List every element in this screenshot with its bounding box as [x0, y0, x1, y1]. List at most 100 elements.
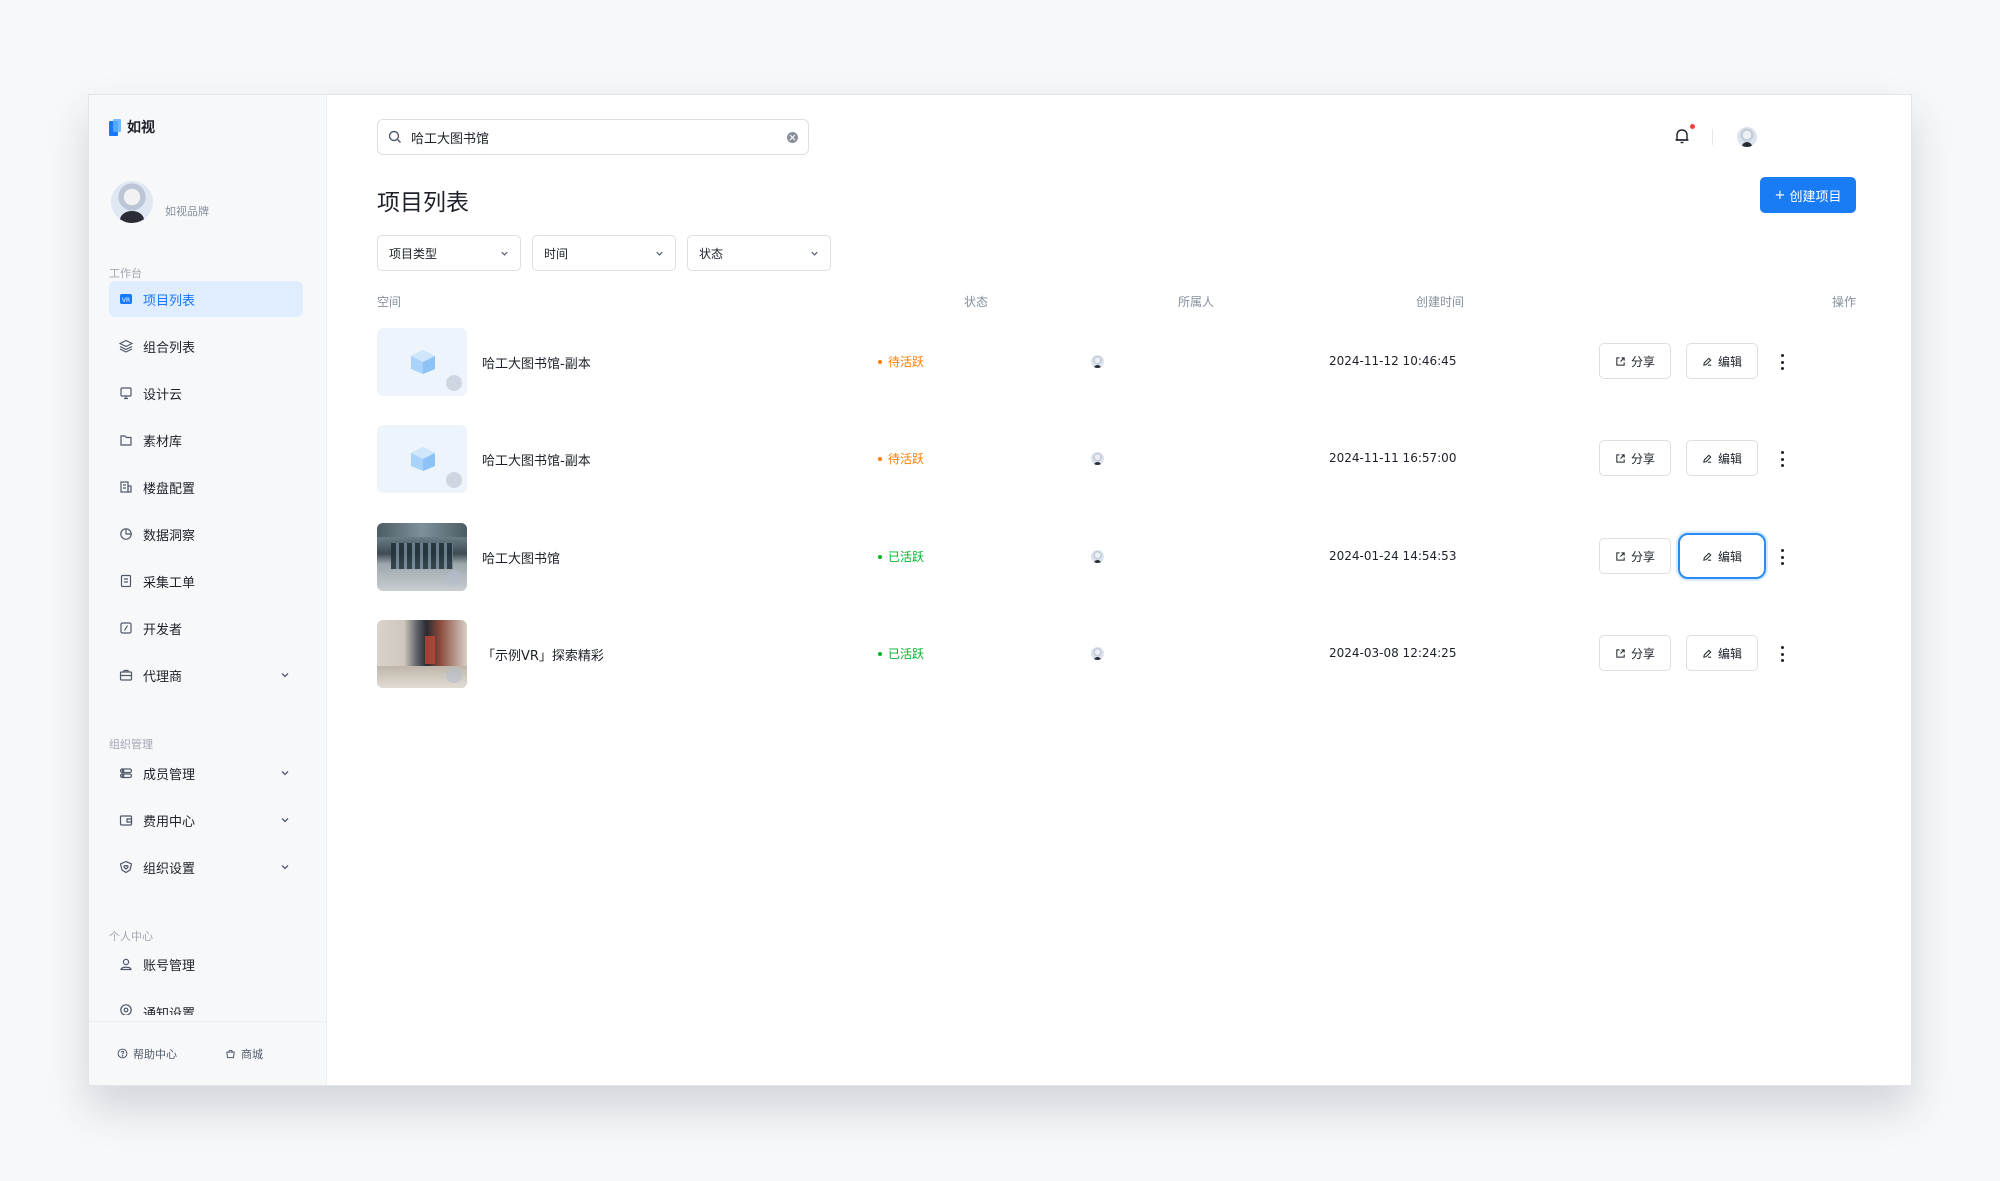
status-text: 待活跃 [888, 355, 925, 369]
project-name[interactable]: 「示例VR」探索精彩 [482, 645, 604, 664]
store-link[interactable]: 商城 [225, 1046, 263, 1062]
sidebar-item-agents[interactable]: 代理商 [109, 657, 303, 693]
create-project-button[interactable]: + 创建项目 [1760, 177, 1856, 213]
status-dot [878, 359, 882, 364]
search-icon [388, 130, 401, 143]
search-input[interactable]: 哈工大图书馆 [377, 119, 809, 155]
chevron-down-icon [811, 251, 818, 256]
share-label: 分享 [1630, 549, 1655, 564]
status-text: 待活跃 [888, 452, 925, 466]
sidebar-item-label: 组合列表 [143, 340, 196, 356]
table-row[interactable]: 哈工大图书馆 已活跃 2024-01-24 14:54:53 分享 编辑 [377, 523, 1857, 591]
status-dot [878, 554, 882, 559]
sidebar-item-combos[interactable]: 组合列表 [109, 328, 303, 364]
sidebar-item-notification-settings[interactable]: 通知设置 [109, 993, 303, 1015]
user-avatar[interactable] [1737, 127, 1757, 147]
share-icon [1616, 648, 1625, 658]
more-icon[interactable] [1775, 549, 1789, 565]
filter-time[interactable]: 时间 [532, 235, 676, 271]
column-header-created: 创建时间 [1416, 295, 1465, 309]
sidebar-item-projects[interactable]: VR 项目列表 [109, 281, 303, 317]
sidebar-footer: 帮助中心 商城 [89, 1021, 326, 1085]
table-row[interactable]: 哈工大图书馆-副本 待活跃 2024-11-11 16:57:00 分享 编辑 [377, 425, 1857, 493]
search-value: 哈工大图书馆 [411, 131, 490, 147]
sidebar-item-materials[interactable]: 素材库 [109, 422, 303, 458]
header-divider [1712, 129, 1713, 145]
edit-button[interactable]: 编辑 [1686, 343, 1758, 379]
table-row[interactable]: 哈工大图书馆-副本 待活跃 2024-11-12 10:46:45 分享 编辑 [377, 328, 1857, 396]
owner-avatar[interactable] [1091, 355, 1104, 368]
monitor-icon [119, 386, 133, 400]
logo[interactable]: 如视 [109, 117, 155, 137]
help-center-link[interactable]: 帮助中心 [117, 1046, 177, 1062]
share-icon [1616, 551, 1625, 561]
code-icon [119, 621, 133, 635]
sidebar-item-developer[interactable]: 开发者 [109, 610, 303, 646]
project-name[interactable]: 哈工大图书馆-副本 [482, 450, 591, 469]
profile[interactable]: 如视品牌 [111, 181, 209, 223]
created-time: 2024-11-12 10:46:45 [1329, 354, 1457, 368]
table-row[interactable]: 「示例VR」探索精彩 已活跃 2024-03-08 12:24:25 分享 编辑 [377, 620, 1857, 688]
sidebar-item-billing[interactable]: 费用中心 [109, 802, 303, 838]
more-icon[interactable] [1775, 451, 1789, 467]
filter-status[interactable]: 状态 [687, 235, 831, 271]
owner-avatar[interactable] [1091, 452, 1104, 465]
project-thumbnail[interactable] [377, 620, 467, 688]
more-icon[interactable] [1775, 354, 1789, 370]
filter-project-type[interactable]: 项目类型 [377, 235, 521, 271]
section-label-workspace: 工作台 [109, 267, 142, 280]
sidebar-item-data-insights[interactable]: 数据洞察 [109, 516, 303, 552]
project-thumbnail[interactable] [377, 425, 467, 493]
edit-icon [1703, 552, 1712, 561]
vr-badge-icon [446, 667, 462, 683]
clear-icon[interactable] [787, 132, 798, 143]
sidebar-item-property-config[interactable]: 楼盘配置 [109, 469, 303, 505]
sidebar-item-label: 楼盘配置 [143, 481, 196, 497]
chevron-down-icon[interactable] [279, 767, 291, 779]
created-time: 2024-01-24 14:54:53 [1329, 549, 1457, 563]
filter-label: 状态 [699, 246, 724, 261]
share-icon [1616, 356, 1625, 366]
share-button[interactable]: 分享 [1599, 440, 1671, 476]
share-button[interactable]: 分享 [1599, 538, 1671, 574]
status-badge: 已活跃 [878, 548, 924, 565]
sidebar-item-work-orders[interactable]: 采集工单 [109, 563, 303, 599]
help-center-label: 帮助中心 [133, 1047, 177, 1061]
sidebar-item-account[interactable]: 账号管理 [109, 946, 303, 982]
sidebar-item-label: 成员管理 [143, 767, 196, 783]
app-window: 如视 如视品牌 工作台 VR 项目列表 组合列表 设计云 素材库 楼盘配置 数据… [88, 94, 1912, 1086]
bell-icon[interactable] [1673, 127, 1691, 145]
wallet-icon [119, 813, 133, 827]
chevron-down-icon[interactable] [279, 814, 291, 826]
project-name[interactable]: 哈工大图书馆-副本 [482, 353, 591, 372]
edit-icon [1703, 649, 1712, 658]
edit-button[interactable]: 编辑 [1678, 533, 1766, 579]
sidebar-item-label: 代理商 [143, 669, 183, 685]
column-header-status: 状态 [964, 295, 989, 309]
filter-label: 项目类型 [389, 246, 438, 261]
sidebar-item-design-cloud[interactable]: 设计云 [109, 375, 303, 411]
sidebar-item-label: 通知设置 [143, 1007, 196, 1015]
sidebar-item-org-settings[interactable]: 组织设置 [109, 849, 303, 885]
plus-icon: + [1774, 187, 1786, 203]
avatar[interactable] [111, 181, 153, 223]
owner-avatar[interactable] [1091, 647, 1104, 660]
notification-settings-icon [119, 1003, 133, 1015]
share-button[interactable]: 分享 [1599, 635, 1671, 671]
edit-button[interactable]: 编辑 [1686, 440, 1758, 476]
share-button[interactable]: 分享 [1599, 343, 1671, 379]
chevron-down-icon[interactable] [279, 861, 291, 873]
share-label: 分享 [1630, 646, 1655, 661]
more-icon[interactable] [1775, 646, 1789, 662]
logo-icon [109, 118, 122, 136]
owner-avatar[interactable] [1091, 550, 1104, 563]
sidebar-item-label: 素材库 [143, 434, 183, 450]
chevron-down-icon[interactable] [279, 669, 291, 681]
chevron-down-icon [656, 251, 663, 256]
sidebar-item-members[interactable]: 成员管理 [109, 755, 303, 791]
members-icon [119, 766, 133, 780]
project-thumbnail[interactable] [377, 523, 467, 591]
project-name[interactable]: 哈工大图书馆 [482, 548, 560, 567]
project-thumbnail[interactable] [377, 328, 467, 396]
edit-button[interactable]: 编辑 [1686, 635, 1758, 671]
